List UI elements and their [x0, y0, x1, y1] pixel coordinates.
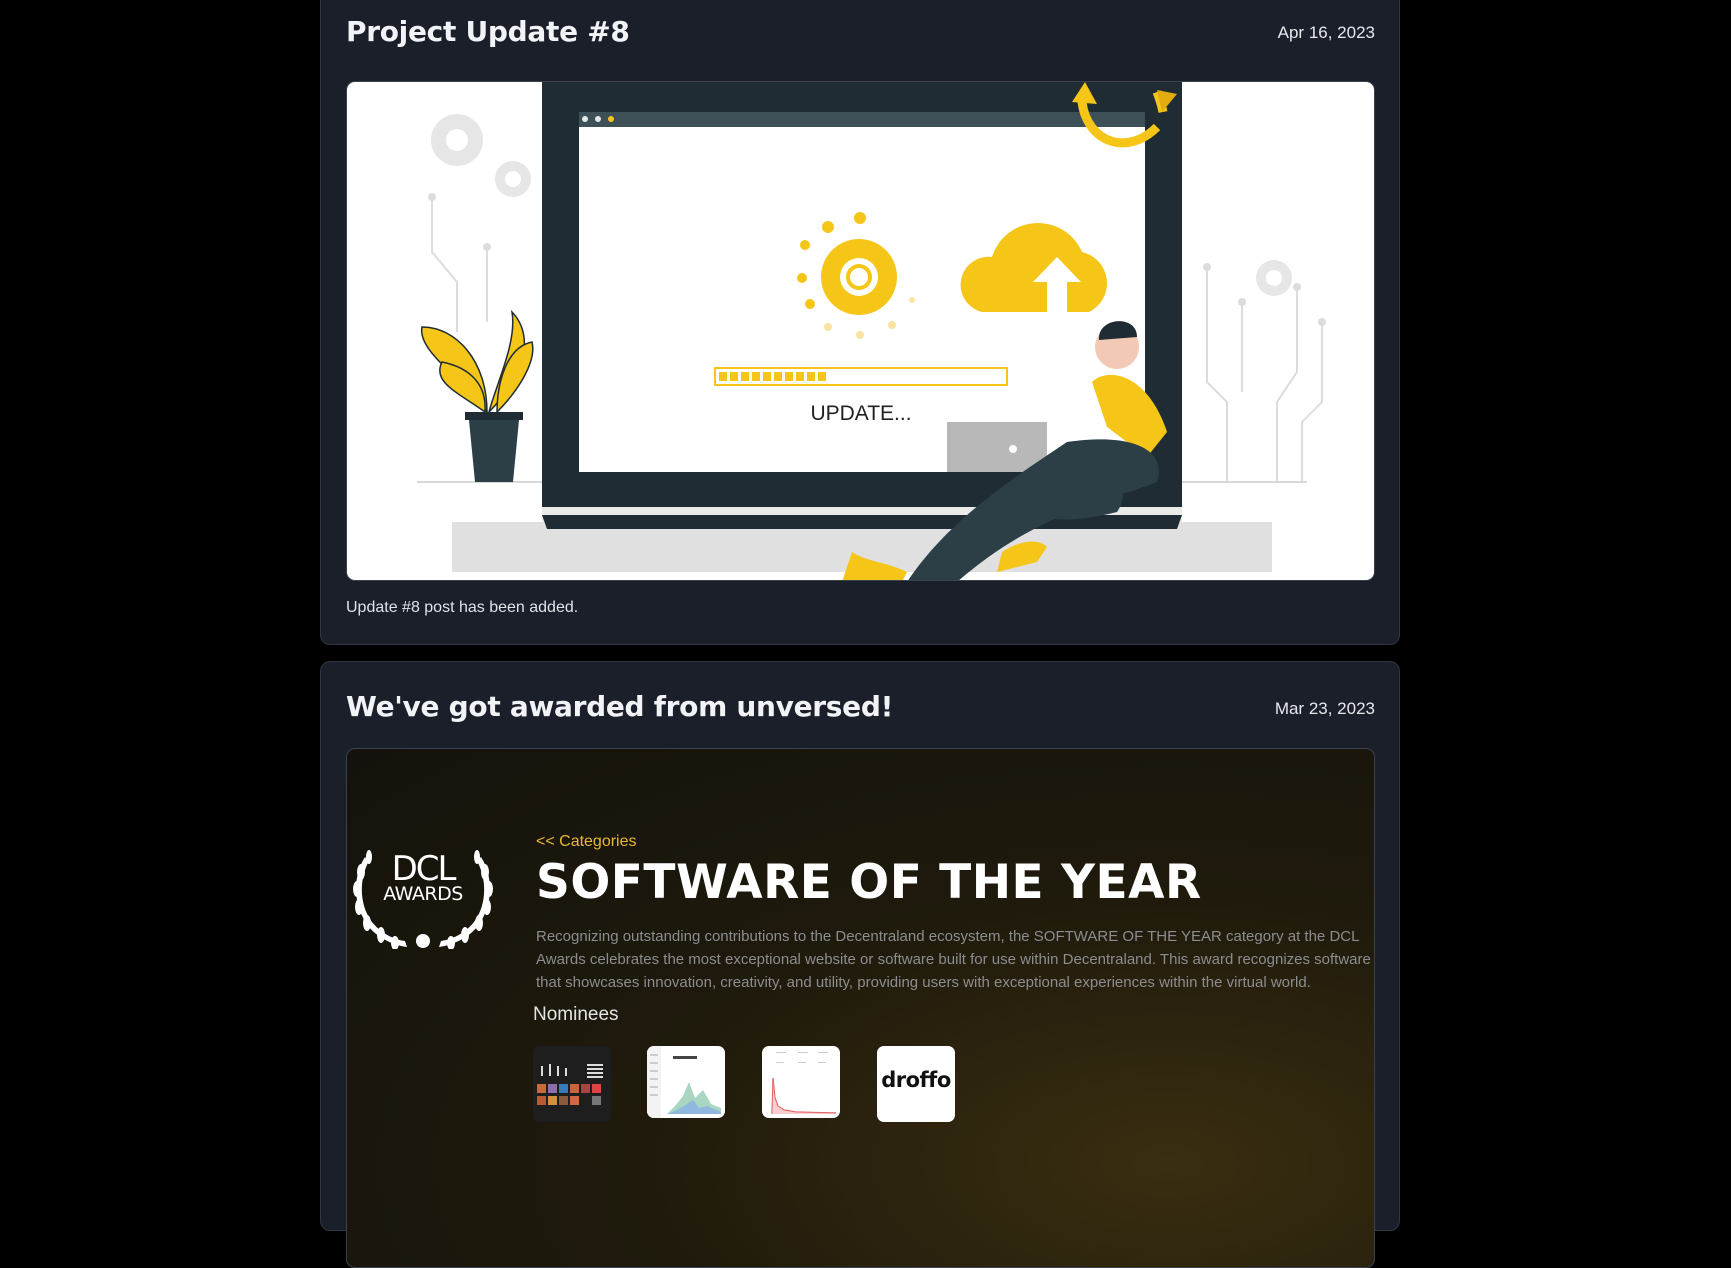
- post-date: Apr 16, 2023: [1277, 23, 1375, 42]
- award-logo-line2: AWARDS: [383, 883, 463, 905]
- post-card: We've got awarded from unversed! Mar 23,…: [320, 661, 1400, 1268]
- progress-segment: [752, 372, 760, 381]
- categories-link[interactable]: << Categories: [536, 833, 637, 851]
- nominees-label: Nominees: [533, 1004, 619, 1025]
- award-title: SOFTWARE OF THE YEAR: [536, 855, 1202, 910]
- progress-segment: [807, 372, 815, 381]
- progress-segment: [719, 372, 727, 381]
- nominee-thumbnail[interactable]: [762, 1046, 840, 1118]
- nominee-thumbnail[interactable]: droffo: [877, 1046, 955, 1122]
- progress-segment: [763, 372, 771, 381]
- post-body: Update #8 post has been added.: [346, 599, 579, 616]
- progress-segment: [796, 372, 804, 381]
- post-image: UPDATE...: [346, 81, 1375, 581]
- progress-segment: [730, 372, 738, 381]
- award-panel: DCL AWARDS << Categories SOFTWARE OF THE…: [346, 748, 1375, 1268]
- post-date: Mar 23, 2023: [1274, 699, 1375, 718]
- post-card: Project Update #8 Apr 16, 2023 UPDATE...…: [320, 0, 1400, 645]
- nominee-thumbnail[interactable]: [533, 1046, 611, 1122]
- post-title: We've got awarded from unversed!: [346, 690, 894, 723]
- progress-label: UPDATE...: [810, 402, 911, 425]
- progress-segment: [785, 372, 793, 381]
- nominee-name: droffo: [881, 1068, 951, 1092]
- award-description: Recognizing outstanding contributions to…: [536, 928, 1371, 991]
- post-title: Project Update #8: [346, 15, 630, 48]
- gear-icon: [821, 239, 897, 315]
- progress-segment: [818, 372, 826, 381]
- nominee-thumbnail[interactable]: [647, 1046, 725, 1118]
- progress-segment: [774, 372, 782, 381]
- progress-segment: [741, 372, 749, 381]
